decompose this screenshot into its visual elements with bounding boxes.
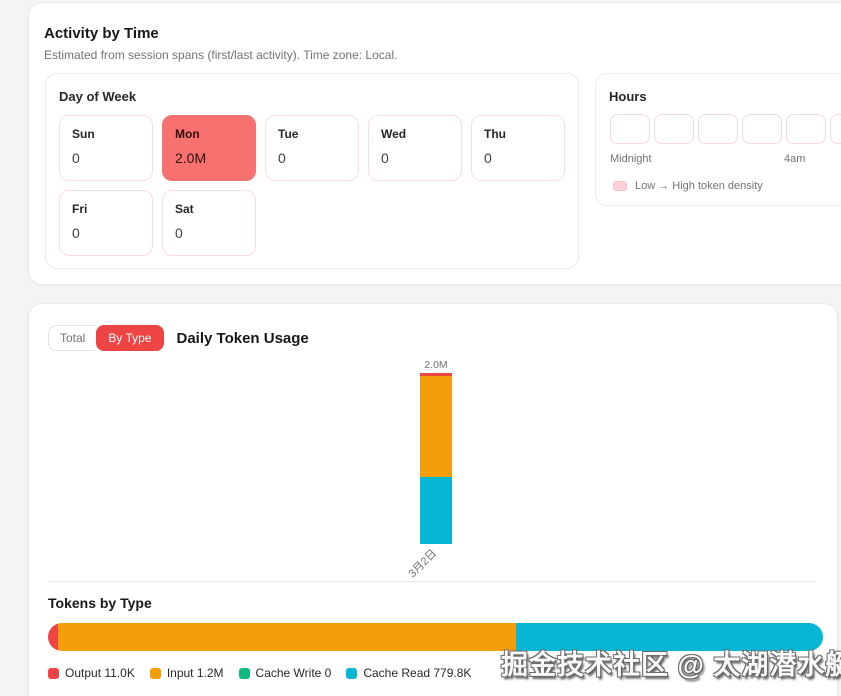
stacked-bar-vertical <box>420 373 452 544</box>
usage-header: Total By Type Daily Token Usage <box>48 325 309 351</box>
bar-segment-output <box>48 623 58 651</box>
day-cell-fri: Fri 0 <box>59 190 153 256</box>
day-value: 0 <box>278 150 346 166</box>
density-legend: Low → High token density <box>613 180 763 192</box>
day-cell-thu: Thu 0 <box>471 115 565 181</box>
tokens-legend: Output 11.0K Input 1.2M Cache Write 0 Ca… <box>48 666 471 680</box>
legend-swatch-cache-write <box>239 668 250 679</box>
day-cell-mon: Mon 2.0M <box>162 115 256 181</box>
legend-label: Cache Read 779.8K <box>363 666 471 680</box>
bar-segment-cache-read <box>516 623 823 651</box>
day-label: Mon <box>175 127 243 141</box>
day-label: Thu <box>484 127 552 141</box>
hours-card: Hours Midnight 4am Low → High token dens… <box>595 73 841 206</box>
density-swatch <box>613 181 627 191</box>
hour-cell <box>698 114 738 144</box>
day-cell-tue: Tue 0 <box>265 115 359 181</box>
hours-cell-row <box>610 114 841 144</box>
activity-panel-title: Activity by Time <box>44 25 159 42</box>
hour-cell <box>610 114 650 144</box>
legend-item-cache-read: Cache Read 779.8K <box>346 666 471 680</box>
density-legend-label: Low → High token density <box>635 180 763 192</box>
day-of-week-grid: Sun 0 Mon 2.0M Tue 0 Wed 0 Thu 0 Fri 0 <box>59 115 571 256</box>
day-label: Sun <box>72 127 140 141</box>
day-label: Fri <box>72 202 140 216</box>
legend-label: Output 11.0K <box>65 666 135 680</box>
day-of-week-card: Day of Week Sun 0 Mon 2.0M Tue 0 Wed 0 T… <box>45 73 579 269</box>
bar-total-label: 2.0M <box>408 359 464 371</box>
day-value: 0 <box>175 225 243 241</box>
legend-swatch-input <box>150 668 161 679</box>
legend-label: Input 1.2M <box>167 666 224 680</box>
day-cell-sun: Sun 0 <box>59 115 153 181</box>
day-value: 0 <box>484 150 552 166</box>
legend-item-output: Output 11.0K <box>48 666 135 680</box>
legend-label: Cache Write 0 <box>256 666 332 680</box>
daily-token-usage-title: Daily Token Usage <box>177 330 309 347</box>
bar-segment-input <box>420 376 452 477</box>
chart-mode-toggle: Total By Type <box>48 325 164 351</box>
day-value: 0 <box>72 150 140 166</box>
day-cell-sat: Sat 0 <box>162 190 256 256</box>
day-value: 2.0M <box>175 150 243 166</box>
hours-tick-midnight: Midnight <box>610 153 652 165</box>
legend-swatch-output <box>48 668 59 679</box>
legend-item-input: Input 1.2M <box>150 666 224 680</box>
toggle-by-type-button[interactable]: By Type <box>96 325 163 351</box>
legend-item-cache-write: Cache Write 0 <box>239 666 332 680</box>
hours-title: Hours <box>609 89 647 104</box>
tokens-by-type-title: Tokens by Type <box>48 595 152 611</box>
x-axis-date-label: 3月2日 <box>404 545 440 581</box>
hour-cell <box>742 114 782 144</box>
activity-panel-subtitle: Estimated from session spans (first/last… <box>44 48 397 62</box>
day-label: Sat <box>175 202 243 216</box>
daily-token-usage-panel: Total By Type Daily Token Usage 2.0M 3月2… <box>28 303 838 696</box>
day-of-week-title: Day of Week <box>59 89 136 104</box>
stacked-bar-horizontal <box>48 623 823 651</box>
bar-segment-cache-read <box>420 477 452 544</box>
day-label: Tue <box>278 127 346 141</box>
toggle-total-button[interactable]: Total <box>48 325 96 351</box>
day-value: 0 <box>381 150 449 166</box>
section-divider <box>48 581 816 582</box>
activity-by-time-panel: Activity by Time Estimated from session … <box>28 2 841 285</box>
day-label: Wed <box>381 127 449 141</box>
hours-tick-4am: 4am <box>784 153 805 165</box>
hour-cell <box>786 114 826 144</box>
bar-segment-input <box>58 623 516 651</box>
day-value: 0 <box>72 225 140 241</box>
hour-cell <box>654 114 694 144</box>
hour-cell <box>830 114 841 144</box>
day-cell-wed: Wed 0 <box>368 115 462 181</box>
legend-swatch-cache-read <box>346 668 357 679</box>
